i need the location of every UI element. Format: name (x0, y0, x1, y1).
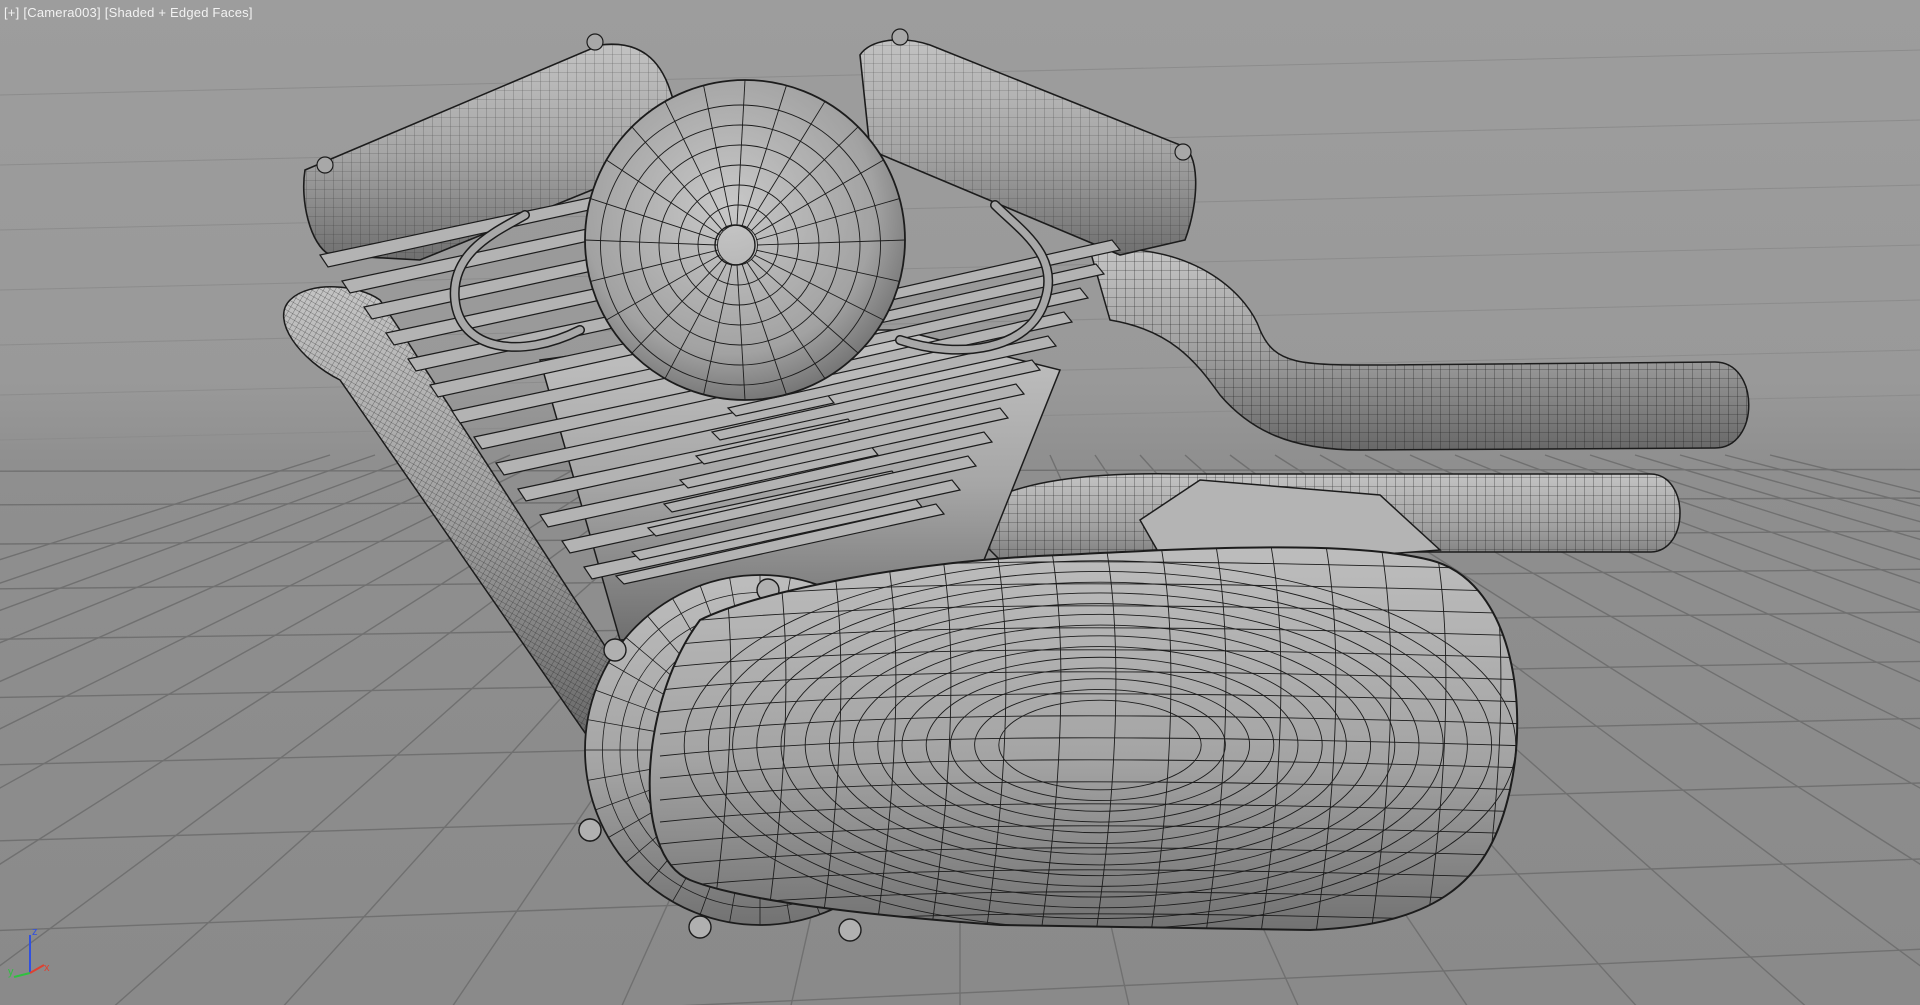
scene-canvas[interactable] (0, 0, 1920, 1005)
axis-x-line (29, 964, 45, 974)
air-cleaner-cover[interactable] (584, 79, 906, 401)
viewport-menu-button[interactable]: [+] (4, 5, 19, 20)
primary-drive-cover[interactable] (648, 540, 1530, 940)
cylinder-head-rear[interactable] (859, 28, 1197, 256)
axis-y-label: y (8, 966, 14, 978)
axis-x-label: x (44, 962, 50, 974)
viewport-shading-label[interactable]: [Shaded + Edged Faces] (105, 5, 253, 20)
axis-tripod-icon: z y x (8, 926, 50, 978)
engine-model[interactable] (283, 28, 1750, 942)
viewport-label: [+] [Camera003] [Shaded + Edged Faces] (4, 5, 253, 20)
exhaust-pipe-upper[interactable] (1089, 248, 1750, 451)
axis-z-label: z (32, 926, 38, 938)
perspective-viewport[interactable]: [+] [Camera003] [Shaded + Edged Faces] z… (0, 0, 1920, 1005)
viewport-camera-label[interactable]: [Camera003] (23, 5, 100, 20)
axis-y-line (13, 972, 31, 978)
